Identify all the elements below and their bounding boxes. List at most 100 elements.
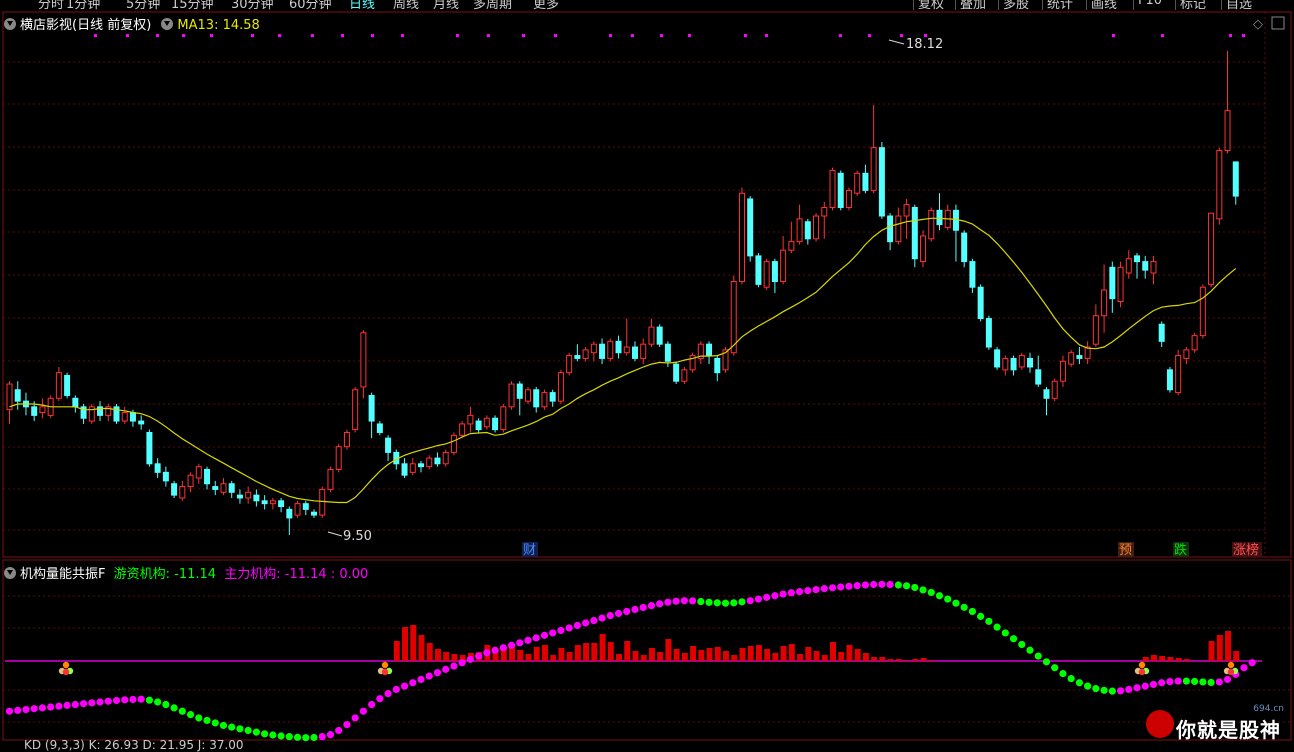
indicator-dot (302, 734, 310, 742)
volume-bar (1233, 651, 1240, 661)
indicator-dot (902, 582, 911, 590)
indicator-dot (639, 603, 647, 612)
indicator-dot (1215, 678, 1223, 686)
signal-dot (660, 34, 663, 37)
indicator-dot (680, 597, 688, 605)
indicator-dot (968, 607, 977, 616)
indicator-dot (919, 586, 927, 594)
candle-body (475, 420, 482, 431)
indicator-dot (524, 636, 532, 644)
candle-body (138, 420, 145, 425)
indicator-dot (269, 731, 277, 739)
ma13-line (9, 217, 1237, 504)
candle-body (286, 508, 293, 519)
next-indicator-header: KD (9,3,3) K: 26.93 D: 21.95 J: 37.00 (24, 738, 244, 752)
volume-bar (657, 652, 664, 661)
candle-body (837, 172, 844, 208)
indicator-dot (1018, 640, 1026, 649)
volume-bar (640, 655, 647, 661)
indicator-dot (911, 583, 919, 592)
signal-dot (278, 34, 281, 37)
indicator-dot (705, 598, 713, 606)
indicator-dot (343, 721, 351, 729)
indicator-dot (1240, 664, 1248, 672)
indicator-dot (137, 695, 145, 703)
candle-body (607, 340, 614, 359)
candle-body (615, 340, 622, 354)
candle-body (450, 434, 457, 453)
zhuli-value: -11.14 (284, 567, 327, 582)
volume-bar (1142, 657, 1149, 661)
candle-body (385, 437, 392, 453)
volume-bar (830, 642, 836, 661)
candle-body (631, 346, 638, 359)
candle-body (195, 466, 202, 479)
volume-bar (393, 641, 400, 661)
volume-bar (673, 649, 680, 661)
volume-bar (591, 643, 598, 661)
candle-body (673, 363, 680, 382)
candle-body (887, 215, 894, 243)
indicator-dot (400, 682, 409, 690)
candle-body (1125, 258, 1132, 274)
candle-body (483, 417, 490, 428)
indicator-dot (688, 597, 697, 605)
candle-body (179, 486, 186, 499)
candle-body (920, 235, 927, 263)
candle-body (549, 392, 556, 402)
volume-bar (838, 652, 845, 661)
indicator-name[interactable]: 机构量能共振F (20, 567, 105, 582)
candle-body (854, 172, 861, 194)
indicator-dot (977, 612, 985, 620)
candle-body (1051, 380, 1058, 399)
volume-bar (1216, 635, 1223, 661)
candle-body (664, 343, 671, 362)
chevron-down-icon[interactable] (4, 567, 16, 579)
youzi-label: 游资机构: (113, 567, 171, 582)
candle-body (681, 369, 688, 382)
candle-body (319, 488, 326, 516)
volume-bar (690, 646, 697, 661)
indicator-dot (228, 723, 236, 731)
candle-body (467, 414, 474, 425)
signal-cluster-icon (62, 668, 70, 676)
candle-body (212, 486, 219, 490)
price-chart[interactable]: 18.12 9.50 财 预 跌 涨榜 ◇ (0, 0, 1294, 746)
indicator-dot (656, 600, 664, 608)
indicator-dot (47, 703, 55, 711)
candle-body (590, 343, 597, 354)
indicator-dot (738, 598, 746, 606)
indicator-dot (178, 707, 186, 715)
indicator-dot (203, 716, 211, 725)
indicator-dot (359, 707, 367, 715)
candle-body (1092, 315, 1099, 345)
candle-body (121, 412, 128, 422)
candle-body (516, 383, 523, 399)
indicator-dot (672, 597, 680, 605)
volume-bar (862, 653, 869, 661)
indicator-dot (549, 629, 557, 637)
indicator-dot (326, 731, 335, 739)
chart-grid (3, 12, 1290, 723)
high-price-label: 18.12 (906, 37, 943, 52)
indicator-dot (195, 714, 203, 722)
volume-bar (797, 654, 804, 661)
candle-body (1059, 360, 1066, 382)
indicator-dot (1248, 659, 1256, 667)
volume-bar (607, 642, 614, 661)
signal-dot (522, 34, 525, 37)
candle-body (302, 503, 309, 510)
volume-bar (550, 655, 557, 661)
indicator-dot (450, 662, 458, 670)
candle-body (1117, 266, 1124, 302)
candle-body (928, 209, 935, 240)
indicator-dot (631, 605, 639, 614)
candle-body (14, 389, 21, 402)
volume-bar (731, 655, 738, 661)
indicator-dot (96, 698, 104, 706)
indicator-dot (1108, 687, 1116, 695)
indicator-layer (5, 580, 1262, 742)
volume-bar (599, 634, 606, 661)
candle-body (804, 221, 811, 240)
indicator-dot (557, 626, 565, 635)
